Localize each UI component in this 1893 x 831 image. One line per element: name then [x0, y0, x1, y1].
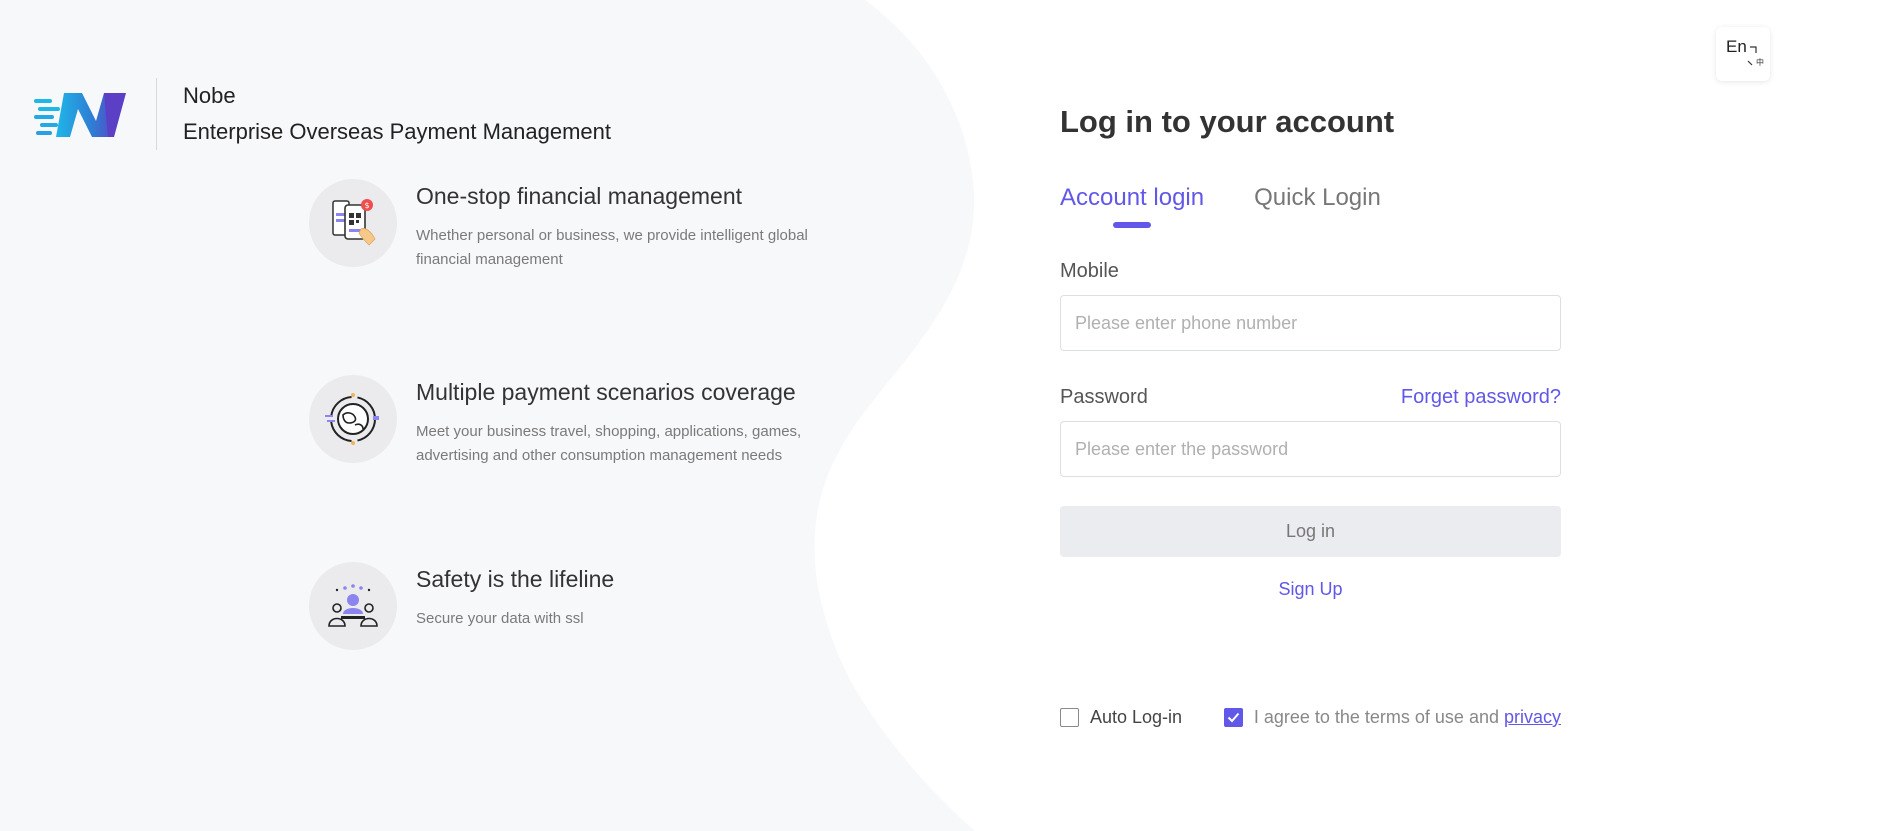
- feature-description: Whether personal or business, we provide…: [416, 227, 808, 268]
- auto-login-option: Auto Log-in: [1060, 707, 1182, 728]
- login-button[interactable]: Log in: [1060, 506, 1561, 557]
- password-input[interactable]: [1060, 421, 1561, 477]
- security-team-icon: [309, 562, 397, 650]
- login-page: Nobe Enterprise Overseas Payment Managem…: [0, 0, 1893, 831]
- agree-terms-text: I agree to the terms of use and: [1253, 707, 1499, 727]
- login-options: Auto Log-in I agree to the terms of use …: [1060, 707, 1561, 728]
- brand-text: Nobe Enterprise Overseas Payment Managem…: [183, 83, 611, 145]
- active-tab-indicator: [1113, 222, 1152, 228]
- auto-login-label: Auto Log-in: [1090, 707, 1183, 727]
- feature-body: One-stop financial management Whether pe…: [416, 183, 836, 272]
- agree-terms-option: I agree to the terms of use and privacy: [1223, 707, 1561, 728]
- checkmark-icon: [1227, 712, 1240, 723]
- brand-header: Nobe Enterprise Overseas Payment Managem…: [34, 78, 611, 150]
- agree-terms-checkbox[interactable]: [1223, 708, 1243, 727]
- feature-body: Safety is the lifeline Secure your data …: [416, 566, 836, 631]
- mobile-label: Mobile: [1060, 260, 1119, 282]
- mobile-input[interactable]: [1060, 295, 1561, 351]
- feature-title: Multiple payment scenarios coverage: [416, 379, 796, 405]
- globe-icon: [309, 375, 397, 463]
- svg-text:$: $: [364, 201, 369, 210]
- feature-title: Safety is the lifeline: [416, 566, 615, 592]
- nobe-logo-icon: [34, 93, 126, 137]
- feature-body: Multiple payment scenarios coverage Meet…: [416, 379, 836, 468]
- brand-name: Nobe: [183, 83, 236, 108]
- language-toggle[interactable]: En 中: [1716, 27, 1770, 81]
- brand-divider: [156, 78, 157, 150]
- phone-qr-payment-icon: $: [309, 179, 397, 267]
- feature-description: Meet your business travel, shopping, app…: [416, 423, 802, 464]
- feature-title: One-stop financial management: [416, 183, 743, 209]
- privacy-link[interactable]: privacy: [1504, 707, 1561, 728]
- feature-item: Multiple payment scenarios coverage Meet…: [309, 375, 869, 468]
- auto-login-checkbox[interactable]: [1060, 708, 1079, 727]
- tab-label: Account login: [1060, 184, 1205, 211]
- feature-item: Safety is the lifeline Secure your data …: [309, 562, 869, 650]
- brand-tagline: Enterprise Overseas Payment Management: [183, 119, 611, 144]
- feature-item: $ One-stop financial management Whether …: [309, 179, 869, 272]
- translate-icon: 中: [1747, 46, 1764, 67]
- feature-description: Secure your data with ssl: [416, 610, 584, 627]
- language-label: En: [1726, 37, 1747, 56]
- tab-quick-login[interactable]: Quick Login: [1254, 184, 1381, 212]
- tab-label: Quick Login: [1254, 184, 1381, 211]
- tab-account-login[interactable]: Account login: [1060, 184, 1205, 228]
- login-title: Log in to your account: [1060, 104, 1395, 139]
- password-label: Password: [1060, 386, 1148, 408]
- signup-link[interactable]: Sign Up: [1060, 579, 1561, 600]
- forgot-password-link[interactable]: Forget password?: [1401, 386, 1561, 409]
- svg-text:中: 中: [1756, 57, 1764, 67]
- login-tabs: Account login Quick Login: [1060, 184, 1381, 228]
